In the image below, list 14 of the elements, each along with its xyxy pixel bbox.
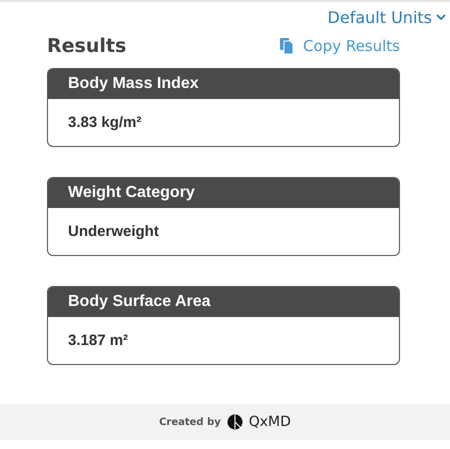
result-value: 3.83 kg/m² bbox=[67, 113, 142, 133]
results-title: Results bbox=[47, 35, 126, 57]
result-value: Underweight bbox=[67, 222, 160, 242]
copy-results-button[interactable]: Copy Results bbox=[280, 37, 400, 55]
result-card-title: Body Surface Area bbox=[48, 287, 399, 317]
result-value: 3.187 m² bbox=[67, 331, 130, 351]
copy-icon bbox=[280, 38, 294, 54]
created-by-text: Created by bbox=[159, 416, 221, 428]
chevron-down-icon bbox=[436, 13, 446, 21]
units-dropdown[interactable]: Default Units bbox=[328, 5, 446, 29]
brand-name: QxMD bbox=[248, 414, 291, 430]
result-card-title: Body Mass Index bbox=[48, 69, 399, 99]
logo-icon bbox=[226, 414, 243, 430]
result-card-title: Weight Category bbox=[48, 178, 399, 208]
